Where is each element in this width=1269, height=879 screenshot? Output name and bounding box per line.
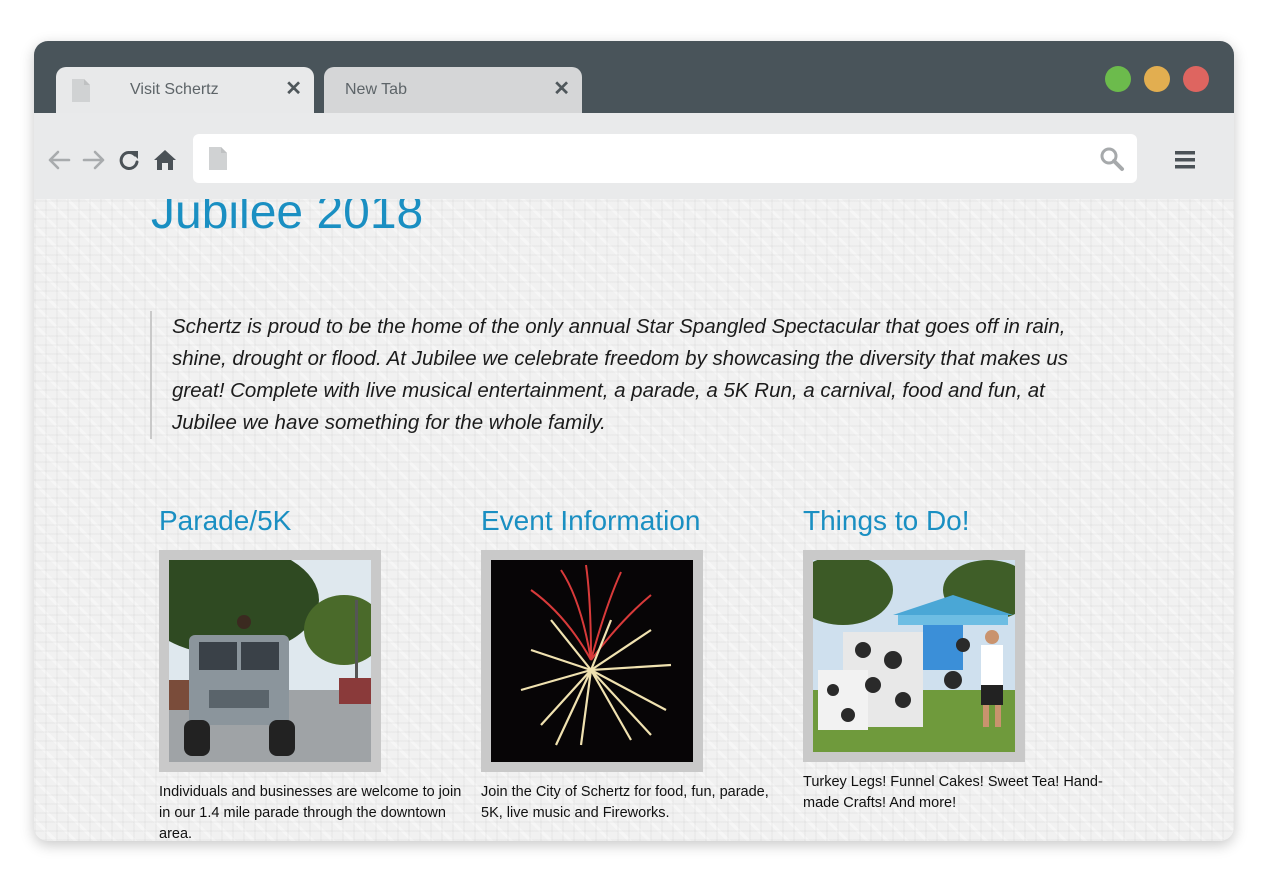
fair-photo[interactable] bbox=[803, 550, 1025, 762]
fair-image bbox=[813, 560, 1015, 752]
title-bar: Visit Schertz ✕ New Tab ✕ bbox=[34, 41, 1234, 113]
page-title: Jubilee 2018 bbox=[151, 199, 424, 239]
reload-icon[interactable] bbox=[116, 147, 142, 173]
back-arrow-icon[interactable] bbox=[46, 147, 72, 173]
section-parade: Parade/5K Individuals and businesses are… bbox=[159, 504, 469, 841]
parade-photo[interactable] bbox=[159, 550, 381, 772]
document-icon bbox=[72, 79, 90, 102]
fireworks-photo[interactable] bbox=[481, 550, 703, 772]
maximize-button[interactable] bbox=[1105, 66, 1131, 92]
section-text: Individuals and businesses are welcome t… bbox=[159, 784, 462, 841]
section-text: Join the City of Schertz for food, fun, … bbox=[481, 784, 769, 821]
tab-visit-schertz[interactable]: Visit Schertz ✕ bbox=[56, 67, 314, 113]
intro-quote: Schertz is proud to be the home of the o… bbox=[150, 311, 1102, 439]
close-icon[interactable]: ✕ bbox=[553, 78, 570, 100]
document-icon bbox=[209, 147, 227, 170]
minimize-button[interactable] bbox=[1144, 66, 1170, 92]
section-heading[interactable]: Event Information bbox=[481, 504, 791, 538]
address-bar[interactable] bbox=[193, 134, 1137, 183]
tab-new-tab[interactable]: New Tab ✕ bbox=[324, 67, 582, 113]
close-icon[interactable]: ✕ bbox=[285, 78, 302, 100]
search-icon[interactable] bbox=[1099, 146, 1125, 172]
home-icon[interactable] bbox=[152, 147, 178, 173]
close-window-button[interactable] bbox=[1183, 66, 1209, 92]
forward-arrow-icon[interactable] bbox=[81, 147, 107, 173]
section-things-to-do: Things to Do! Turkey Legs! Funnel Cakes!… bbox=[803, 504, 1113, 814]
page-content: Jubilee 2018 Schertz is proud to be the … bbox=[34, 199, 1234, 841]
section-text: Turkey Legs! Funnel Cakes! Sweet Tea! Ha… bbox=[803, 774, 1103, 811]
parade-image bbox=[169, 560, 371, 762]
tab-label: Visit Schertz bbox=[130, 81, 219, 98]
section-event-information: Event Information Join the City of Scher… bbox=[481, 504, 791, 824]
tab-label: New Tab bbox=[345, 81, 407, 98]
section-heading[interactable]: Things to Do! bbox=[803, 504, 1113, 538]
fireworks-image bbox=[491, 560, 693, 762]
section-heading[interactable]: Parade/5K bbox=[159, 504, 469, 538]
hamburger-menu-icon[interactable] bbox=[1174, 149, 1196, 171]
browser-window: Visit Schertz ✕ New Tab ✕ Jubilee 2018 S… bbox=[34, 41, 1234, 841]
browser-toolbar bbox=[34, 113, 1234, 199]
